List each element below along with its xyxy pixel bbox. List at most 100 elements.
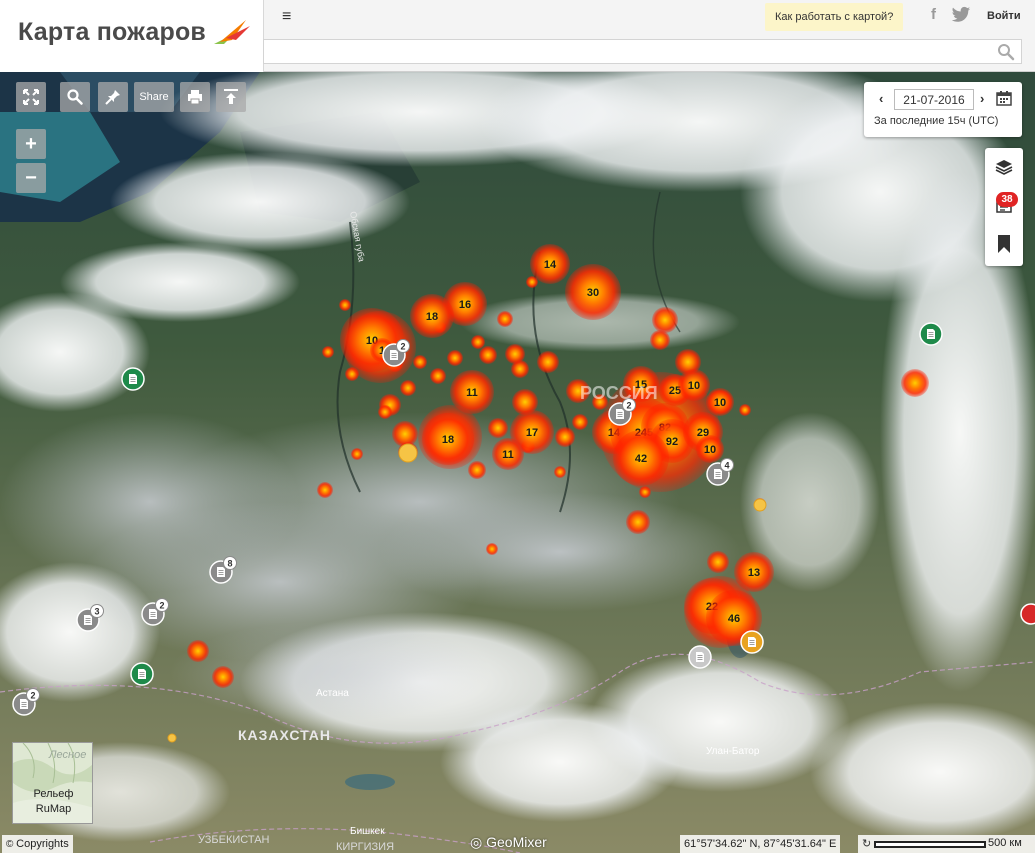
fire-spot[interactable] <box>555 427 575 447</box>
fire-cluster[interactable]: 10 <box>678 369 710 401</box>
fire-spot[interactable] <box>901 369 929 397</box>
basemap-watermark: Лесное <box>48 749 86 761</box>
fire-spot[interactable] <box>447 350 463 366</box>
twitter-icon[interactable] <box>951 6 971 24</box>
satellite-map[interactable]: 1430161810111181711152510101424582922910… <box>0 72 1035 853</box>
date-input[interactable] <box>894 89 974 110</box>
logo[interactable]: Карта пожаров <box>0 0 264 72</box>
fire-cluster-count: 10 <box>704 444 716 456</box>
fire-cluster-count: 10 <box>714 397 726 409</box>
print-button[interactable] <box>180 82 210 112</box>
scale-toggle-icon[interactable]: ↻ <box>862 837 871 850</box>
fire-spot[interactable] <box>650 330 670 350</box>
geomixer-icon: ◎ <box>470 834 487 850</box>
event-marker[interactable] <box>688 645 712 669</box>
fire-cluster-count: 17 <box>526 427 538 439</box>
coordinates-readout[interactable]: 61°57'34.62" N, 87°45'31.64" E <box>680 835 841 853</box>
fire-cluster[interactable]: 18 <box>410 294 454 338</box>
pin-button[interactable] <box>98 82 128 112</box>
fire-spot[interactable] <box>488 418 508 438</box>
fire-spot[interactable] <box>707 551 729 573</box>
upload-button[interactable] <box>216 82 246 112</box>
hotspot-marker[interactable] <box>398 443 418 463</box>
fire-spot[interactable] <box>471 335 485 349</box>
hotspot-marker[interactable] <box>753 498 767 512</box>
calendar-icon[interactable] <box>996 90 1012 106</box>
fire-spot[interactable] <box>212 666 234 688</box>
share-button[interactable]: Share <box>134 82 174 112</box>
document-icon <box>217 567 225 577</box>
document-icon <box>616 409 624 419</box>
magnifier-icon <box>67 89 83 105</box>
facebook-icon[interactable]: f <box>931 6 936 23</box>
document-icon <box>84 615 92 625</box>
event-marker[interactable] <box>130 662 154 686</box>
search-icon[interactable] <box>997 43 1015 61</box>
date-period-label: За последние 15ч (UTC) <box>874 115 999 127</box>
copyright-icon: © <box>6 839 17 850</box>
fire-spot[interactable] <box>378 405 392 419</box>
bookmark-icon[interactable] <box>997 234 1011 254</box>
fire-cluster[interactable]: 11 <box>450 370 494 414</box>
fire-cluster[interactable]: 13 <box>734 552 774 592</box>
search-map-button[interactable] <box>60 82 90 112</box>
event-marker-edge[interactable] <box>1020 603 1035 625</box>
fire-spot[interactable] <box>479 346 497 364</box>
help-link[interactable]: Как работать с картой? <box>765 3 904 31</box>
copyrights-link[interactable]: © Copyrights <box>2 835 73 853</box>
fire-spot[interactable] <box>486 543 498 555</box>
document-icon <box>390 350 398 360</box>
copyrights-text: Copyrights <box>16 838 69 850</box>
zoom-in-button[interactable]: + <box>16 129 46 159</box>
document-icon <box>129 374 137 384</box>
basemap-switcher[interactable]: Лесное Рельеф RuMap <box>12 742 93 824</box>
status-bar: © Copyrights ◎ GeoMixer 61°57'34.62" N, … <box>0 833 1035 853</box>
fire-spot[interactable] <box>317 482 333 498</box>
date-next-button[interactable]: › <box>980 91 984 106</box>
fire-spot[interactable] <box>626 510 650 534</box>
event-marker[interactable] <box>121 367 145 391</box>
fire-spot[interactable] <box>430 368 446 384</box>
basemap-label: Рельеф RuMap <box>13 787 92 817</box>
event-cluster-count: 2 <box>30 691 35 701</box>
fire-cluster[interactable]: 42 <box>613 430 669 486</box>
layers-icon[interactable] <box>995 158 1013 176</box>
fire-spot[interactable] <box>400 380 416 396</box>
search-input[interactable] <box>268 43 988 61</box>
fire-cluster[interactable]: 18 <box>422 413 474 465</box>
fire-spot[interactable] <box>652 307 678 333</box>
fire-cluster[interactable]: 14 <box>530 244 570 284</box>
fire-spot[interactable] <box>739 404 751 416</box>
fire-cluster-count: 18 <box>426 311 438 323</box>
menu-icon[interactable]: ≡ <box>282 8 291 26</box>
fire-spot[interactable] <box>554 466 566 478</box>
geomixer-logo[interactable]: ◎ GeoMixer <box>470 834 547 851</box>
fire-spot[interactable] <box>187 640 209 662</box>
login-link[interactable]: Войти <box>987 10 1021 22</box>
scale-label: 500 км <box>988 837 1022 849</box>
fire-spot[interactable] <box>339 299 351 311</box>
map-viewport[interactable]: 1430161810111181711152510101424582922910… <box>0 72 1035 853</box>
basemap-watermark-text: Лесное <box>48 749 86 761</box>
fullscreen-button[interactable] <box>16 82 46 112</box>
fire-spot[interactable] <box>413 355 427 369</box>
scale-control: ↻ 500 км <box>858 835 1035 853</box>
event-marker[interactable] <box>740 630 764 654</box>
fire-spot[interactable] <box>497 311 513 327</box>
fire-spot[interactable] <box>351 448 363 460</box>
fire-spot[interactable] <box>322 346 334 358</box>
fire-spot[interactable] <box>537 351 559 373</box>
fire-cluster-count: 11 <box>466 387 478 399</box>
fire-cluster[interactable]: 11 <box>492 438 524 470</box>
hotspot-marker[interactable] <box>167 733 177 743</box>
fire-spot[interactable] <box>468 461 486 479</box>
fire-spot[interactable] <box>505 344 525 364</box>
date-prev-button[interactable]: ‹ <box>879 91 883 106</box>
fire-cluster[interactable]: 30 <box>565 264 621 320</box>
fire-spot[interactable] <box>572 414 588 430</box>
fire-cluster[interactable]: 10 <box>706 388 734 416</box>
fire-cluster[interactable]: 10 <box>696 435 724 463</box>
map-label-astana: Астана <box>316 688 349 699</box>
event-marker[interactable] <box>919 322 943 346</box>
zoom-out-button[interactable]: − <box>16 163 46 193</box>
